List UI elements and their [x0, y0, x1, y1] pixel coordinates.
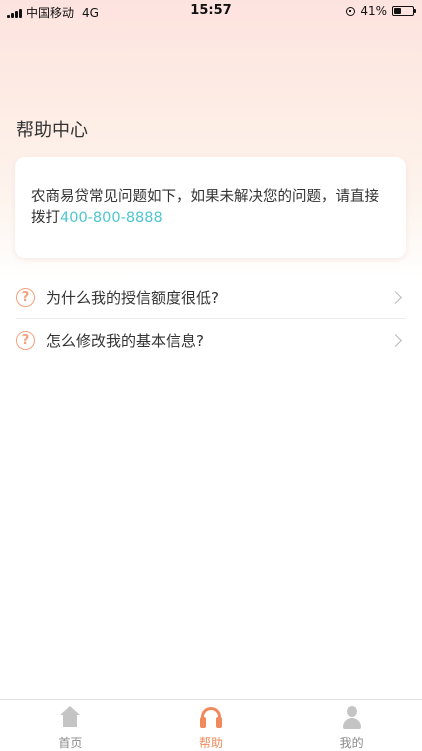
headset-icon [198, 705, 224, 730]
orientation-lock-icon [346, 6, 356, 16]
page-title: 帮助中心 [16, 120, 88, 141]
tab-mine[interactable]: 我的 [281, 700, 422, 751]
tab-help[interactable]: 帮助 [141, 700, 282, 751]
status-bar: 中国移动 4G 15:57 41% [0, 0, 422, 24]
chevron-right-icon [389, 333, 402, 347]
battery-percent: 41% [360, 4, 387, 18]
chevron-right-icon [389, 290, 402, 304]
tab-bar: 首页 帮助 我的 [0, 699, 422, 751]
notice-text: 农商易贷常见问题如下，如果未解决您的问题，请直接拨打400-800-8888 [31, 187, 392, 229]
user-icon [339, 705, 365, 730]
home-icon [57, 705, 83, 730]
tab-label: 帮助 [199, 736, 224, 750]
question-icon: ? [16, 330, 35, 350]
tab-label: 我的 [339, 736, 364, 750]
battery-fill [394, 8, 401, 14]
notice-card: 农商易贷常见问题如下，如果未解决您的问题，请直接拨打400-800-8888 [15, 157, 406, 258]
tab-label: 首页 [58, 736, 83, 750]
tab-home[interactable]: 首页 [0, 700, 141, 751]
phone-link[interactable]: 400-800-8888 [60, 210, 163, 226]
faq-item-label: 为什么我的授信额度很低? [46, 288, 219, 307]
battery-icon [392, 6, 416, 16]
faq-item-label: 怎么修改我的基本信息? [46, 331, 204, 350]
faq-item-credit-limit[interactable]: ? 为什么我的授信额度很低? [16, 276, 406, 318]
question-icon: ? [16, 287, 35, 307]
faq-list: ? 为什么我的授信额度很低? ? 怎么修改我的基本信息? [0, 276, 422, 361]
faq-item-edit-info[interactable]: ? 怎么修改我的基本信息? [16, 319, 406, 361]
status-bar-right: 41% [346, 4, 416, 18]
